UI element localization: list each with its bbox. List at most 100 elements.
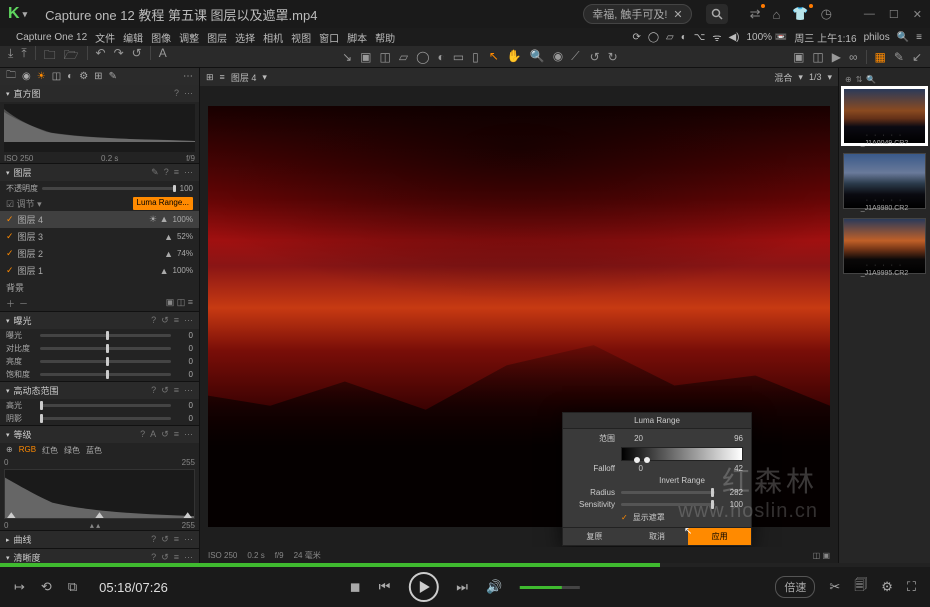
menu-item[interactable]: 编辑 xyxy=(123,30,143,45)
user[interactable]: philos xyxy=(864,32,890,43)
cloud-icon[interactable]: ⌂ xyxy=(773,7,781,22)
prev-file-icon[interactable]: ↦ xyxy=(14,579,25,595)
play-button[interactable] xyxy=(408,572,438,602)
g2-icon[interactable]: ▯ xyxy=(472,50,479,64)
keystone-icon[interactable]: ▱ xyxy=(399,50,408,64)
pointer-icon[interactable]: ↖ xyxy=(489,49,499,64)
thumbnail[interactable]: · · · · · _J1A9995.CR2 xyxy=(843,218,926,281)
g1-icon[interactable]: ▭ xyxy=(453,50,464,64)
menu-item[interactable]: 图层 xyxy=(207,30,227,45)
import-icon[interactable]: ⤓ xyxy=(8,46,13,67)
tab[interactable]: ✎ xyxy=(109,71,117,82)
menu-item[interactable]: 相机 xyxy=(263,30,283,45)
menu-item[interactable]: 调整 xyxy=(179,30,199,45)
apply-button[interactable]: 应用 xyxy=(688,528,751,545)
warning-icon[interactable]: ◫ ▣ xyxy=(813,551,830,560)
next-button[interactable]: ⏭ xyxy=(456,579,468,595)
speed-button[interactable]: 倍速 xyxy=(775,576,815,598)
sensitivity-slider[interactable] xyxy=(621,503,715,506)
pin-icon[interactable]: ✎ xyxy=(151,167,159,178)
thumbnail[interactable]: · · · · · _J1A9980.CR2 xyxy=(843,153,926,216)
filter-icon[interactable]: ⊕ xyxy=(845,75,852,84)
sync-icon[interactable]: ⟳ xyxy=(632,32,640,43)
tab[interactable]: ⊞ xyxy=(94,71,102,82)
app-logo[interactable]: K xyxy=(8,5,27,23)
volume-slider[interactable] xyxy=(520,586,580,589)
tab[interactable]: ◐ xyxy=(67,71,73,82)
levels-tab[interactable]: RGB xyxy=(19,445,36,456)
grid-icon[interactable]: ⊞ xyxy=(206,72,214,83)
menu-item[interactable]: 选择 xyxy=(235,30,255,45)
dnd-icon[interactable]: ◐ xyxy=(681,32,687,43)
list-icon[interactable]: ≡ xyxy=(220,72,225,82)
app-name[interactable]: Capture One 12 xyxy=(16,32,87,43)
cancel-button[interactable]: 取消 xyxy=(626,528,689,545)
reset-icon[interactable]: ↺ xyxy=(132,46,142,67)
search-icon[interactable]: 🔍 xyxy=(866,75,876,84)
layer-row[interactable]: ✓图层 3▲52% xyxy=(0,228,199,245)
help-icon[interactable]: ? xyxy=(164,167,169,178)
mask-tools[interactable]: ▣ ◫ ≡ xyxy=(166,297,193,310)
slider[interactable] xyxy=(40,334,171,337)
opacity-slider[interactable] xyxy=(42,187,176,190)
redo-icon[interactable]: ↷ xyxy=(114,46,124,67)
levels-chart[interactable] xyxy=(4,469,195,519)
reset-button[interactable]: 复原 xyxy=(563,528,626,545)
crop-icon[interactable]: ▣ xyxy=(360,50,371,64)
messages-icon[interactable]: ⇄ xyxy=(750,6,761,22)
preset-icon[interactable]: ≡ xyxy=(174,167,179,178)
hand-icon[interactable]: ✋ xyxy=(507,49,522,64)
text-icon[interactable]: A xyxy=(159,46,167,67)
sort-icon[interactable]: ⇅ xyxy=(856,75,863,84)
slider[interactable] xyxy=(40,417,171,420)
menu-icon[interactable]: ⋯ xyxy=(184,88,193,99)
skin-icon[interactable]: 👕 xyxy=(792,6,808,22)
wechat-icon[interactable]: ◯ xyxy=(648,32,659,43)
zoom-icon[interactable]: 🔍 xyxy=(530,49,545,64)
bt-icon[interactable]: ⌥ xyxy=(694,32,706,43)
folder-open-icon[interactable]: 🗁 xyxy=(64,46,79,67)
mask-icon[interactable]: ◐ xyxy=(438,50,445,64)
tools-icon[interactable]: ↙ xyxy=(912,50,922,64)
spot-icon[interactable]: ◯ xyxy=(416,50,429,64)
layer-row[interactable]: ✓图层 4☀ ▲100% xyxy=(0,211,199,228)
invert-range[interactable]: Invert Range xyxy=(621,476,743,485)
folder-icon[interactable]: 🗀 xyxy=(44,46,56,67)
battery[interactable]: 100% 📼 xyxy=(747,32,788,43)
menu-item[interactable]: 文件 xyxy=(95,30,115,45)
search-box[interactable]: 幸福, 触手可及! ✕ xyxy=(583,4,691,24)
prev-button[interactable]: ⏮ xyxy=(379,579,391,595)
arrow-icon[interactable]: ↘ xyxy=(342,50,352,64)
levels-tab[interactable]: 红色 xyxy=(42,445,58,456)
rotate-left-icon[interactable]: ↺ xyxy=(590,50,600,64)
playlist-icon[interactable]: ⧉ xyxy=(68,579,77,595)
picker-icon[interactable]: ◉ xyxy=(553,49,563,64)
volume-icon[interactable]: 🔊 xyxy=(486,579,502,595)
help-icon[interactable]: ? xyxy=(174,88,179,99)
edit-icon[interactable]: ✎ xyxy=(894,50,904,64)
maximize-button[interactable]: ☐ xyxy=(889,8,899,21)
add-tab-icon[interactable]: ⋯ xyxy=(183,71,193,82)
thumbnail[interactable]: · · · · · _J1A0049.CR2 xyxy=(843,88,926,151)
levels-tab[interactable]: ⊕ xyxy=(6,445,13,456)
browser-icon[interactable]: ▦ xyxy=(875,50,886,64)
menu-item[interactable]: 窗口 xyxy=(319,30,339,45)
close-icon[interactable]: ✕ xyxy=(673,8,682,21)
adjust-tab[interactable]: ☑ 调节 ▾ xyxy=(6,197,42,210)
radius-slider[interactable] xyxy=(621,491,715,494)
blend-label[interactable]: 混合 xyxy=(774,71,792,84)
settings-icon[interactable]: ⚙ xyxy=(881,579,893,595)
progress-bar[interactable] xyxy=(0,563,930,567)
dropper-icon[interactable]: ⟋ xyxy=(571,49,579,64)
export-icon[interactable]: ⤒ xyxy=(21,46,26,67)
search-button[interactable] xyxy=(706,4,728,24)
minimize-button[interactable]: — xyxy=(864,8,875,21)
check-icon[interactable]: ✓ xyxy=(621,513,628,522)
slider[interactable] xyxy=(40,404,171,407)
tab[interactable]: 🗀 xyxy=(6,68,16,85)
menu-item[interactable]: 脚本 xyxy=(347,30,367,45)
close-button[interactable]: ✕ xyxy=(913,8,922,21)
menu-item[interactable]: 图像 xyxy=(151,30,171,45)
undo-icon[interactable]: ↶ xyxy=(96,46,106,67)
viewer-icon[interactable]: ▣ xyxy=(793,50,804,64)
